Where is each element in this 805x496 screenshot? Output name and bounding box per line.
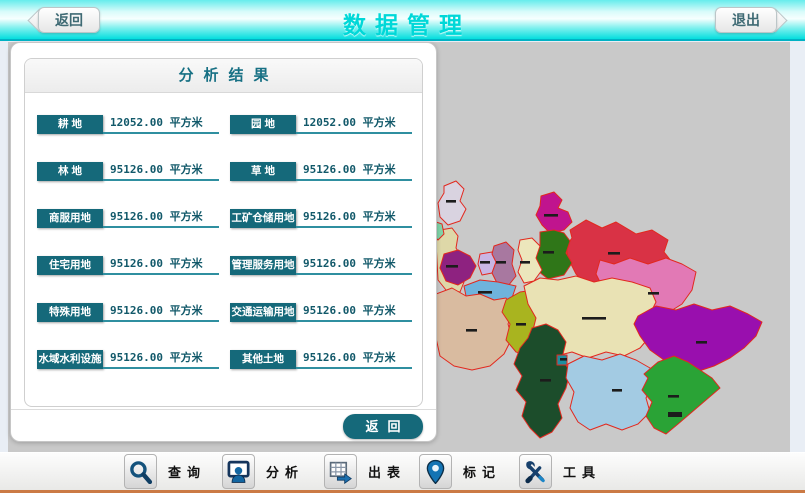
analysis-card-title: 分析结果 (25, 59, 422, 93)
field-value: 95126.00 平方米 (296, 207, 412, 228)
field-value: 95126.00 平方米 (296, 301, 412, 322)
map-label-mark (446, 265, 458, 268)
exit-button-label: 退出 (732, 12, 760, 28)
page-title: 数据管理 (0, 6, 805, 40)
query-button[interactable] (124, 454, 157, 489)
field-value: 95126.00 平方米 (103, 254, 219, 275)
tools-button[interactable] (519, 454, 552, 489)
field-industrial-storage-land: 工矿仓储用地 95126.00 平方米 (230, 207, 412, 228)
map-label-mark (520, 261, 530, 264)
header-bar: 返回 数据管理 退出 (0, 0, 805, 41)
map-label-mark (446, 200, 456, 203)
map-region-light-blue-big[interactable] (566, 354, 654, 430)
map-label-mark (496, 261, 506, 264)
field-label-chip: 耕 地 (37, 115, 103, 134)
map-label-mark (540, 379, 551, 382)
panel-footer: 返回 (11, 409, 436, 441)
field-value: 95126.00 平方米 (296, 160, 412, 181)
field-residential-land: 住宅用地 95126.00 平方米 (37, 254, 219, 275)
field-label-chip: 草 地 (230, 162, 296, 181)
toolbar-item-analysis: 分析 (222, 454, 304, 489)
field-label-chip: 工矿仓储用地 (230, 209, 296, 228)
field-value: 95126.00 平方米 (103, 301, 219, 322)
field-label-chip: 商服用地 (37, 209, 103, 228)
field-label-chip: 交通运输用地 (230, 303, 296, 322)
toolbar-label-tools: 工具 (563, 462, 601, 481)
field-label-chip: 特殊用地 (37, 303, 103, 322)
marker-pin-icon (423, 459, 448, 484)
map-region-lavender[interactable] (438, 181, 466, 225)
analysis-button[interactable] (222, 454, 255, 489)
map-label-mark (648, 292, 659, 295)
field-label-chip: 其他土地 (230, 350, 296, 369)
map-label-mark (612, 389, 622, 392)
marker-button[interactable] (419, 454, 452, 489)
map-label-mark (582, 317, 606, 320)
field-label-chip: 水域水利设施 (37, 350, 103, 369)
region-map[interactable] (436, 178, 798, 444)
field-transportation-land: 交通运输用地 95126.00 平方米 (230, 301, 412, 322)
analysis-fields: 耕 地 12052.00 平方米 园 地 12052.00 平方米 林 地 95… (25, 93, 422, 382)
toolbar-item-query: 查询 (124, 454, 206, 489)
field-commercial-land: 商服用地 95126.00 平方米 (37, 207, 219, 228)
field-value: 95126.00 平方米 (103, 207, 219, 228)
map-label-mark (516, 323, 526, 326)
analysis-icon (226, 459, 251, 484)
toolbar-item-export: 出表 (324, 454, 406, 489)
export-table-button[interactable] (324, 454, 357, 489)
field-label-chip: 林 地 (37, 162, 103, 181)
field-value: 95126.00 平方米 (103, 160, 219, 181)
map-region-magenta[interactable] (536, 192, 572, 233)
field-management-service-land: 管理服务用地 95126.00 平方米 (230, 254, 412, 275)
map-label-mark (543, 251, 554, 254)
map-region-mauve[interactable] (492, 242, 516, 286)
field-value: 95126.00 平方米 (296, 348, 412, 369)
map-label-mark (466, 329, 477, 332)
tools-icon (523, 459, 548, 484)
field-value: 95126.00 平方米 (103, 348, 219, 369)
field-value: 12052.00 平方米 (103, 113, 219, 134)
field-value: 12052.00 平方米 (296, 113, 412, 134)
search-icon (128, 459, 153, 484)
field-cultivated-land: 耕 地 12052.00 平方米 (37, 113, 219, 134)
analysis-panel: 分析结果 耕 地 12052.00 平方米 园 地 12052.00 平方米 林… (10, 42, 437, 442)
field-other-land: 其他土地 95126.00 平方米 (230, 348, 412, 369)
map-label-mark (478, 291, 492, 294)
map-label-mark (668, 412, 682, 417)
map-region-purple[interactable] (634, 304, 762, 372)
field-value: 95126.00 平方米 (296, 254, 412, 275)
toolbar-label-export: 出表 (368, 462, 406, 481)
analysis-card: 分析结果 耕 地 12052.00 平方米 园 地 12052.00 平方米 林… (24, 58, 423, 407)
toolbar-label-mark: 标记 (463, 462, 501, 481)
exit-button[interactable]: 退出 (715, 7, 777, 33)
field-forest-land: 林 地 95126.00 平方米 (37, 160, 219, 181)
field-garden-land: 园 地 12052.00 平方米 (230, 113, 412, 134)
field-label-chip: 园 地 (230, 115, 296, 134)
toolbar-item-tools: 工具 (519, 454, 601, 489)
bottom-toolbar: 查询 分析 出表 (0, 452, 805, 490)
toolbar-item-mark: 标记 (419, 454, 501, 489)
field-label-chip: 管理服务用地 (230, 256, 296, 275)
map-label-mark (480, 261, 490, 264)
panel-back-button[interactable]: 返回 (343, 414, 423, 439)
map-label-mark (668, 395, 679, 398)
map-label-mark (608, 252, 620, 255)
field-grass-land: 草 地 95126.00 平方米 (230, 160, 412, 181)
map-label-mark (560, 358, 567, 361)
toolbar-label-analysis: 分析 (266, 462, 304, 481)
field-special-land: 特殊用地 95126.00 平方米 (37, 301, 219, 322)
toolbar-label-query: 查询 (168, 462, 206, 481)
app-window: 返回 数据管理 退出 分析结果 耕 地 12052.00 平方米 园 地 120… (0, 0, 805, 496)
field-water-facility-land: 水域水利设施 95126.00 平方米 (37, 348, 219, 369)
map-label-mark (696, 341, 707, 344)
field-label-chip: 住宅用地 (37, 256, 103, 275)
table-export-icon (328, 459, 353, 484)
map-label-mark (544, 214, 558, 217)
